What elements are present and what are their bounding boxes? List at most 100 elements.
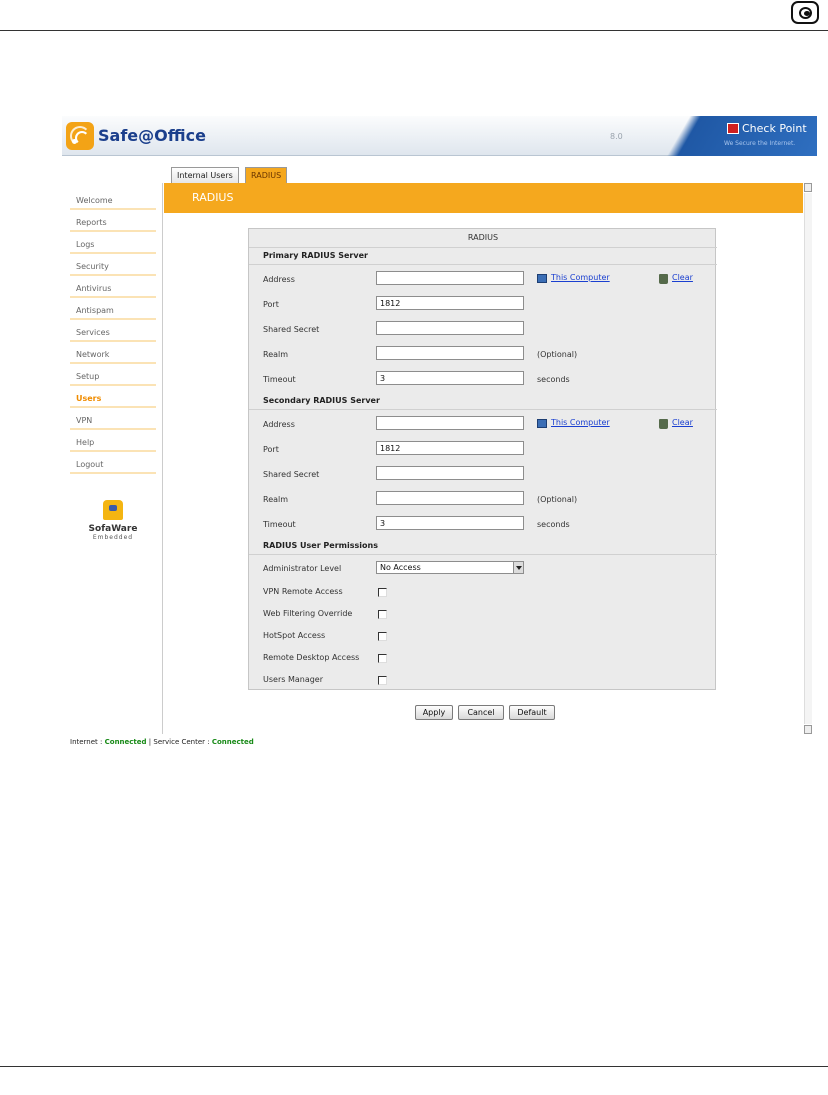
secondary-timeout-unit: seconds xyxy=(537,520,570,529)
default-button[interactable]: Default xyxy=(509,705,555,720)
nav-item-welcome[interactable]: Welcome xyxy=(70,190,156,210)
nav-item-logout[interactable]: Logout xyxy=(70,454,156,474)
computer-icon xyxy=(537,419,547,428)
tab-radius[interactable]: RADIUS xyxy=(245,167,288,183)
users-manager-label: Users Manager xyxy=(263,675,324,684)
form-title: RADIUS xyxy=(467,233,499,242)
service-center-status-label: Service Center : xyxy=(153,738,210,746)
app-window: Safe@Office 8.0 Check Point We Secure th… xyxy=(62,116,817,750)
nav-item-logs[interactable]: Logs xyxy=(70,234,156,254)
version-label: 8.0 xyxy=(610,132,623,141)
secondary-secret-label: Shared Secret xyxy=(263,470,320,479)
sofaware-sub: Embedded xyxy=(92,534,134,541)
remote-desktop-access-checkbox[interactable] xyxy=(378,654,387,663)
vendor-tagline: We Secure the Internet. xyxy=(724,140,796,147)
nav-item-setup[interactable]: Setup xyxy=(70,366,156,386)
secondary-timeout-input[interactable] xyxy=(376,516,524,530)
secondary-this-computer-link[interactable]: This Computer xyxy=(551,418,610,427)
primary-heading: Primary RADIUS Server xyxy=(263,251,368,260)
nav-item-services[interactable]: Services xyxy=(70,322,156,342)
secondary-address-label: Address xyxy=(263,420,295,429)
computer-icon xyxy=(537,274,547,283)
product-name: Safe@Office xyxy=(98,126,206,145)
safe-office-logo-icon xyxy=(66,122,94,150)
sofa-icon xyxy=(103,500,123,520)
radius-form: RADIUS Primary RADIUS Server Address Thi… xyxy=(248,228,717,690)
permissions-heading: RADIUS User Permissions xyxy=(263,541,378,550)
clear-icon xyxy=(659,419,668,429)
header-banner: Safe@Office 8.0 Check Point We Secure th… xyxy=(62,116,817,156)
primary-realm-input[interactable] xyxy=(376,346,524,360)
internet-status-value: Connected xyxy=(104,738,147,746)
secondary-clear-link[interactable]: Clear xyxy=(672,418,693,427)
nav-item-antispam[interactable]: Antispam xyxy=(70,300,156,320)
web-filtering-override-checkbox[interactable] xyxy=(378,610,387,619)
page-title-bar: RADIUS xyxy=(164,183,803,213)
primary-address-input[interactable] xyxy=(376,271,524,285)
primary-timeout-unit: seconds xyxy=(537,375,570,384)
service-center-status-value: Connected xyxy=(211,738,254,746)
secondary-timeout-label: Timeout xyxy=(263,520,296,529)
scroll-down-button[interactable] xyxy=(804,725,812,734)
secondary-port-input[interactable] xyxy=(376,441,524,455)
primary-secret-input[interactable] xyxy=(376,321,524,335)
document-marker-icon xyxy=(791,1,819,24)
sidebar-divider xyxy=(162,183,163,734)
cancel-button[interactable]: Cancel xyxy=(458,705,504,720)
primary-address-label: Address xyxy=(263,275,295,284)
secondary-realm-input[interactable] xyxy=(376,491,524,505)
page-title: RADIUS xyxy=(192,191,234,204)
scroll-up-button[interactable] xyxy=(804,183,812,192)
primary-realm-label: Realm xyxy=(263,350,289,359)
secondary-secret-input[interactable] xyxy=(376,466,524,480)
secondary-divider xyxy=(249,409,717,410)
primary-port-label: Port xyxy=(263,300,279,309)
vendor-name: Check Point xyxy=(742,122,807,135)
nav-item-network[interactable]: Network xyxy=(70,344,156,364)
primary-timeout-input[interactable] xyxy=(376,371,524,385)
title-divider xyxy=(249,247,717,248)
document-top-rule xyxy=(0,30,828,31)
secondary-address-input[interactable] xyxy=(376,416,524,430)
status-separator: | xyxy=(148,738,152,746)
status-bar: Internet : Connected | Service Center : … xyxy=(70,738,254,746)
nav-item-vpn[interactable]: VPN xyxy=(70,410,156,430)
tab-internal-users[interactable]: Internal Users xyxy=(171,167,239,183)
document-bottom-rule xyxy=(0,1066,828,1067)
sofaware-logo: SofaWare Embedded xyxy=(87,500,139,541)
secondary-port-label: Port xyxy=(263,445,279,454)
vpn-remote-access-label: VPN Remote Access xyxy=(263,587,343,596)
chevron-down-icon[interactable] xyxy=(513,562,523,573)
primary-secret-label: Shared Secret xyxy=(263,325,320,334)
secondary-heading: Secondary RADIUS Server xyxy=(263,396,380,405)
primary-clear-link[interactable]: Clear xyxy=(672,273,693,282)
admin-level-select[interactable]: No Access xyxy=(376,561,524,574)
sofaware-name: SofaWare xyxy=(88,524,138,534)
admin-level-label: Administrator Level xyxy=(263,564,342,573)
scrollbar-track[interactable] xyxy=(804,193,812,724)
check-point-logo-icon xyxy=(727,123,739,134)
web-filtering-override-label: Web Filtering Override xyxy=(263,609,353,618)
nav-item-security[interactable]: Security xyxy=(70,256,156,276)
nav-item-reports[interactable]: Reports xyxy=(70,212,156,232)
hotspot-access-checkbox[interactable] xyxy=(378,632,387,641)
secondary-realm-label: Realm xyxy=(263,495,289,504)
primary-divider xyxy=(249,264,717,265)
primary-timeout-label: Timeout xyxy=(263,375,296,384)
internet-status-label: Internet : xyxy=(70,738,103,746)
secondary-realm-optional: (Optional) xyxy=(537,495,578,504)
users-manager-checkbox[interactable] xyxy=(378,676,387,685)
admin-level-value: No Access xyxy=(380,563,421,572)
clear-icon xyxy=(659,274,668,284)
remote-desktop-access-label: Remote Desktop Access xyxy=(263,653,360,662)
nav-item-antivirus[interactable]: Antivirus xyxy=(70,278,156,298)
hotspot-access-label: HotSpot Access xyxy=(263,631,326,640)
primary-port-input[interactable] xyxy=(376,296,524,310)
primary-realm-optional: (Optional) xyxy=(537,350,578,359)
nav-item-help[interactable]: Help xyxy=(70,432,156,452)
vpn-remote-access-checkbox[interactable] xyxy=(378,588,387,597)
primary-this-computer-link[interactable]: This Computer xyxy=(551,273,610,282)
apply-button[interactable]: Apply xyxy=(415,705,453,720)
permissions-divider xyxy=(249,554,717,555)
nav-item-users[interactable]: Users xyxy=(70,388,156,408)
